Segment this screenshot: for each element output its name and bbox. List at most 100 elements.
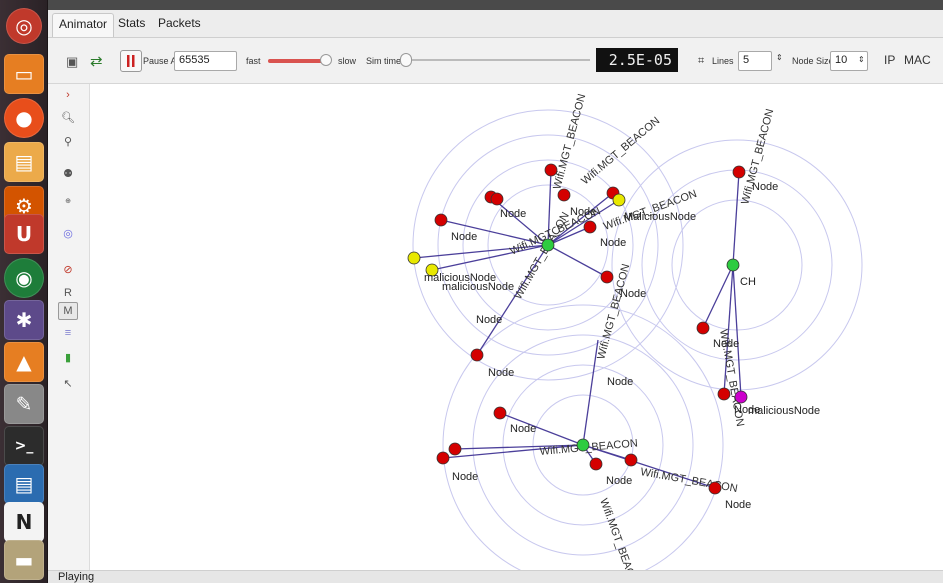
files-icon[interactable]: ▭ [4, 54, 44, 94]
network-node [557, 188, 571, 202]
zoom-out-icon[interactable]: ⚲ [58, 132, 78, 150]
grid-icon[interactable]: ◎ [58, 224, 78, 242]
network-node [434, 213, 448, 227]
netanim-window: ◎ ▭ ● ▤ ⚙ U ◉ ✱ ▲ ✎ >_ ▤ N ▬ Animator St… [0, 0, 943, 583]
network-node [470, 348, 484, 362]
sim-time-label: Sim time [366, 56, 402, 66]
battery-icon[interactable]: ▮ [58, 348, 78, 366]
network-node [583, 220, 597, 234]
archive-icon[interactable]: ▬ [4, 540, 44, 580]
lines-spin-arrows[interactable]: ⇕ [776, 53, 783, 62]
netanim-icon[interactable]: N [4, 502, 44, 542]
node-label: Node [752, 181, 778, 193]
network-node [708, 481, 722, 495]
network-node [600, 270, 614, 284]
ubuntu-software-icon[interactable]: U [4, 214, 44, 254]
pause-icon [127, 55, 135, 67]
network-node [544, 163, 558, 177]
lines-icon: ⌗ [698, 55, 705, 67]
link-line [702, 264, 734, 329]
tab-packets[interactable]: Packets [152, 13, 207, 37]
malicious-node-label: MaliciousNode [624, 211, 696, 223]
network-node [407, 251, 421, 265]
slow-label: slow [338, 56, 357, 66]
network-node [624, 453, 638, 467]
sim-time-slider-track[interactable] [400, 59, 590, 61]
node-label: CH [740, 276, 756, 288]
link-line [732, 171, 740, 266]
network-node [436, 451, 450, 465]
node-label: Node [606, 475, 632, 487]
network-node [576, 438, 590, 452]
m-toggle[interactable]: M [58, 302, 78, 320]
network-node [726, 258, 740, 272]
terminal-icon[interactable]: >_ [4, 426, 44, 466]
node-label: Node [451, 231, 477, 243]
no-sign-icon[interactable]: ⊘ [58, 260, 78, 278]
node-label: Node [620, 288, 646, 300]
writer-icon[interactable]: ▤ [4, 464, 44, 504]
status-text: Playing [58, 571, 95, 583]
tab-bar: Animator Stats Packets [48, 10, 943, 38]
network-node [541, 238, 555, 252]
node-label: Node [452, 471, 478, 483]
network-node [696, 321, 710, 335]
tab-animator[interactable]: Animator [52, 13, 115, 37]
r-toggle[interactable]: R [58, 284, 78, 302]
mac-toggle[interactable]: MAC [904, 53, 931, 67]
beacon-label: Wifi.MGT_BEACON [512, 210, 572, 301]
node-label: Node [600, 237, 626, 249]
node-size-arrows[interactable]: ⇕ [858, 55, 865, 64]
ip-toggle[interactable]: IP [884, 53, 895, 67]
dash-home-icon[interactable]: ◎ [6, 8, 42, 44]
speed-slider-handle[interactable] [320, 54, 332, 66]
node-size-label: Node Size [792, 56, 834, 66]
network-node [589, 457, 603, 471]
reload-icon[interactable]: ⇄ [90, 52, 103, 70]
network-node [734, 390, 748, 404]
status-bar: Playing [48, 570, 943, 583]
node-label: Node [570, 206, 596, 218]
network-graph: Wifi.MGT_BEACONWifi.MGT_BEACONWifi.MGT_B… [407, 93, 863, 570]
tool-sidebar: › 🔍︎ ⚲ ⚉ ⊕ ◎ ⊘ R M ≡ ▮ ↖ [48, 84, 90, 570]
malicious-node-label: maliciousNode [748, 405, 820, 417]
network-node [732, 165, 746, 179]
node-label: Node [510, 423, 536, 435]
network-app-icon[interactable]: ◉ [4, 258, 44, 298]
tab-stats[interactable]: Stats [112, 13, 151, 37]
pause-at-input[interactable]: 65535 [174, 51, 237, 71]
malicious-node-label: maliciousNode [442, 281, 514, 293]
node-label: Node [607, 376, 633, 388]
expand-icon[interactable]: › [58, 86, 78, 104]
ubuntu-launcher: ◎ ▭ ● ▤ ⚙ U ◉ ✱ ▲ ✎ >_ ▤ N ▬ [0, 0, 48, 583]
network-node [717, 387, 731, 401]
sim-time-slider-handle[interactable] [400, 53, 412, 67]
text-editor-icon[interactable]: ✎ [4, 384, 44, 424]
zoom-in-icon[interactable]: 🔍︎ [58, 108, 78, 126]
lines-spinbox[interactable]: 5 [738, 51, 772, 71]
toolbar: ▣ ⇄ Pause At 65535 fast slow Sim time 2.… [48, 38, 943, 84]
list-icon[interactable]: ≡ [58, 324, 78, 342]
pause-button[interactable] [120, 50, 142, 72]
speed-slider-track[interactable] [268, 59, 326, 63]
open-file-icon[interactable]: ▣ [66, 54, 78, 70]
sim-time-display: 2.5E-05 [596, 48, 678, 72]
network-node [490, 192, 504, 206]
beacon-label: Wifi.MGT_BEACON [597, 497, 642, 570]
simulation-canvas[interactable]: Wifi.MGT_BEACON Wifi.MGT_BEACON Wifi.MGT_B… [90, 84, 943, 570]
fast-label: fast [246, 56, 261, 66]
mobility-icon[interactable]: ⊕ [58, 192, 78, 210]
cursor-icon[interactable]: ↖ [58, 374, 78, 392]
beacon-label: Wifi.MGT_BEACON [579, 115, 662, 187]
window-top-strip [48, 0, 943, 10]
firefox-icon[interactable]: ● [4, 98, 44, 138]
node-label: Node [725, 499, 751, 511]
vlc-icon[interactable]: ▲ [4, 342, 44, 382]
network-node [493, 406, 507, 420]
system-tools-icon[interactable]: ✱ [4, 300, 44, 340]
network-node [448, 442, 462, 456]
network-node [612, 193, 626, 207]
node-icon[interactable]: ⚉ [58, 164, 78, 182]
node-label: Node [713, 338, 739, 350]
document-viewer-icon[interactable]: ▤ [4, 142, 44, 182]
